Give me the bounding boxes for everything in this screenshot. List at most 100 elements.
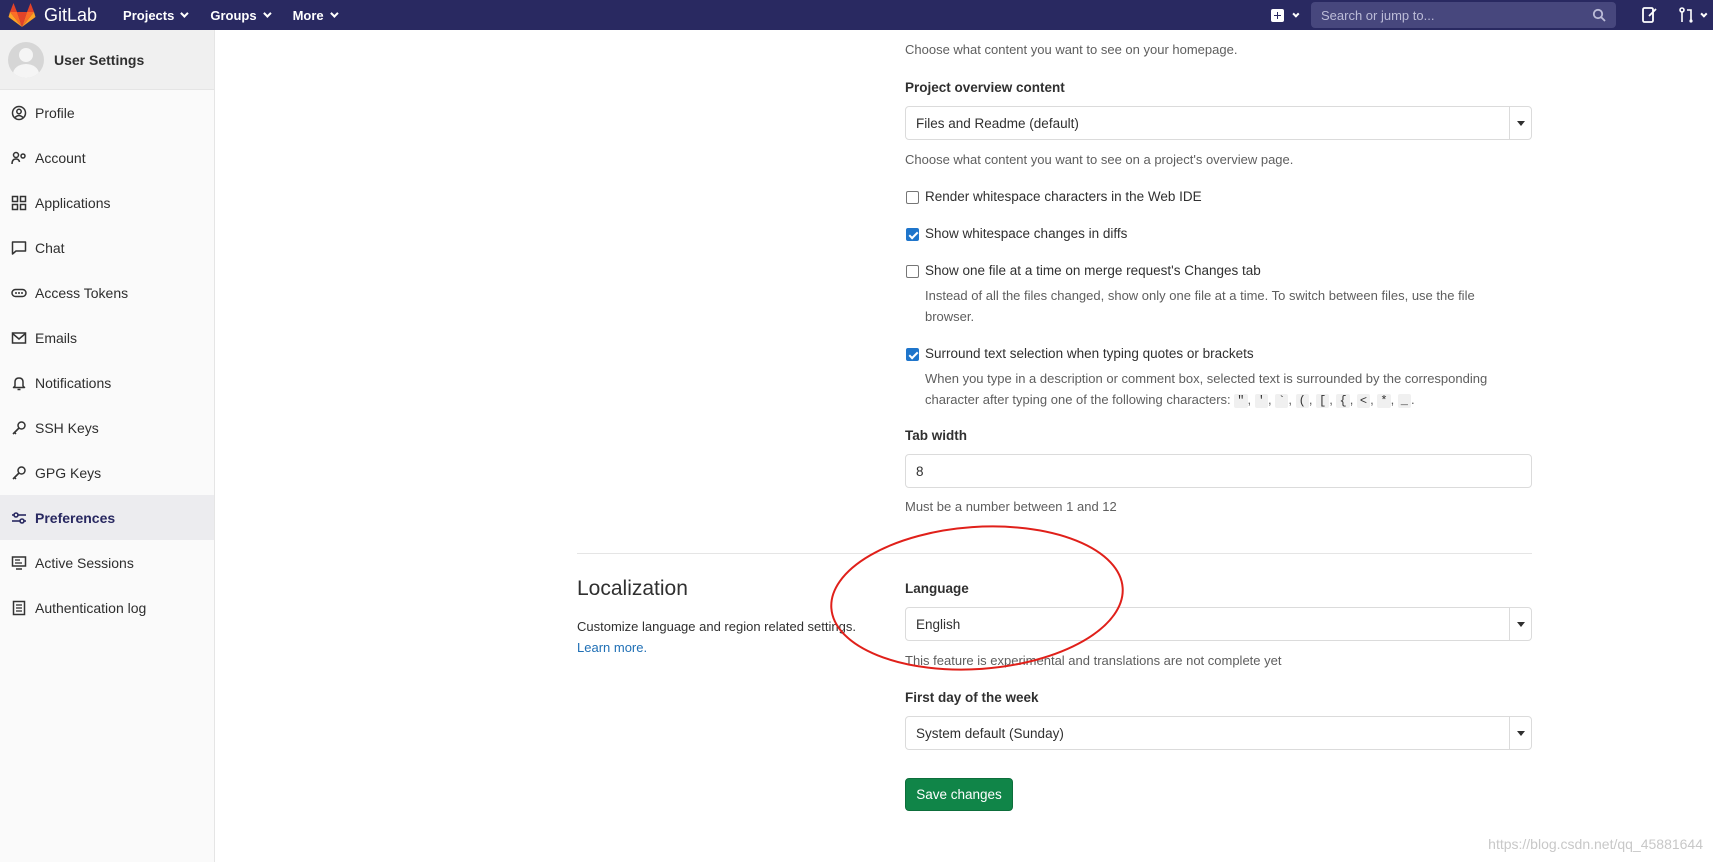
sidebar-item-gpg-keys[interactable]: GPG Keys bbox=[0, 450, 214, 495]
chevron-down-icon bbox=[180, 9, 190, 18]
sidebar-item-label: Authentication log bbox=[35, 599, 147, 616]
applications-icon bbox=[11, 195, 27, 210]
language-label: Language bbox=[905, 581, 969, 596]
nav-projects-dropdown[interactable]: Projects bbox=[123, 8, 190, 23]
whitespace-diffs-label[interactable]: Show whitespace changes in diffs bbox=[925, 226, 1127, 241]
tab-width-help-text: Must be a number between 1 and 12 bbox=[905, 499, 1117, 514]
char-code: " bbox=[1234, 394, 1248, 408]
sidebar-item-label: Profile bbox=[35, 104, 75, 121]
char-code: { bbox=[1336, 394, 1350, 408]
char-code: * bbox=[1377, 394, 1391, 408]
watermark-text: https://blog.csdn.net/qq_45881644 bbox=[1488, 836, 1703, 852]
whitespace-diffs-checkbox[interactable] bbox=[906, 228, 919, 241]
tab-width-input[interactable] bbox=[905, 454, 1532, 488]
homepage-help-text: Choose what content you want to see on y… bbox=[905, 42, 1238, 57]
sidebar-item-label: Notifications bbox=[35, 374, 112, 391]
merge-requests-dropdown[interactable] bbox=[1668, 6, 1708, 24]
preferences-icon bbox=[12, 511, 26, 524]
sidebar-item-account[interactable]: Account bbox=[0, 135, 214, 180]
first-day-select[interactable]: System default (Sunday) bbox=[905, 716, 1532, 750]
learn-more-text: Learn more bbox=[577, 640, 644, 655]
surround-help-line1: When you type in a description or commen… bbox=[925, 371, 1488, 386]
caret-down-icon bbox=[1516, 120, 1525, 126]
chat-icon bbox=[11, 240, 27, 255]
overview-content-value: Files and Readme (default) bbox=[916, 115, 1079, 131]
one-file-help-line2: browser. bbox=[925, 309, 975, 324]
sidebar-item-applications[interactable]: Applications bbox=[0, 180, 214, 225]
section-divider bbox=[577, 553, 1532, 554]
sidebar-item-notifications[interactable]: Notifications bbox=[0, 360, 214, 405]
sidebar-item-profile[interactable]: Profile bbox=[0, 90, 214, 135]
todo-icon[interactable] bbox=[1640, 6, 1658, 24]
bell-icon bbox=[12, 376, 26, 390]
top-navbar: GitLab Projects Groups More Search or ju… bbox=[0, 0, 1713, 30]
tab-width-label: Tab width bbox=[905, 428, 967, 443]
nav-groups-label: Groups bbox=[210, 7, 257, 23]
char-code: ' bbox=[1254, 394, 1268, 408]
gitlab-logo-icon bbox=[8, 3, 36, 27]
gitlab-home-link[interactable]: GitLab bbox=[8, 2, 97, 28]
plus-square-icon bbox=[1271, 8, 1284, 22]
main-content: Choose what content you want to see on y… bbox=[216, 30, 1713, 862]
sidebar-item-chat[interactable]: Chat bbox=[0, 225, 214, 270]
sidebar-item-label: Preferences bbox=[35, 509, 116, 526]
sidebar-header[interactable]: User Settings bbox=[0, 30, 214, 90]
settings-sidebar: User Settings Profile Account Applicatio… bbox=[0, 30, 215, 862]
one-file-checkbox[interactable] bbox=[906, 265, 919, 278]
first-day-label: First day of the week bbox=[905, 690, 1039, 705]
whitespace-ide-checkbox[interactable] bbox=[906, 191, 919, 204]
char-code: [ bbox=[1316, 394, 1330, 408]
nav-right: Search or jump to... bbox=[1271, 0, 1713, 30]
sidebar-item-label: Active Sessions bbox=[35, 554, 134, 571]
nav-more-label: More bbox=[292, 7, 324, 23]
chevron-down-icon bbox=[329, 9, 339, 18]
sidebar-item-emails[interactable]: Emails bbox=[0, 315, 214, 360]
sidebar-item-ssh-keys[interactable]: SSH Keys bbox=[0, 405, 214, 450]
language-value: English bbox=[916, 616, 961, 632]
overview-content-help-text: Choose what content you want to see on a… bbox=[905, 152, 1294, 167]
learn-more-link[interactable]: Learn more. bbox=[577, 640, 647, 655]
nav-groups-dropdown[interactable]: Groups bbox=[210, 7, 272, 23]
token-icon bbox=[11, 288, 27, 297]
sidebar-item-label: GPG Keys bbox=[35, 464, 102, 481]
avatar bbox=[8, 41, 44, 78]
char-code: < bbox=[1356, 394, 1371, 408]
first-day-value: System default (Sunday) bbox=[916, 725, 1064, 741]
sidebar-item-access-tokens[interactable]: Access Tokens bbox=[0, 270, 214, 315]
sidebar-item-label: Chat bbox=[35, 239, 65, 256]
surround-selection-label[interactable]: Surround text selection when typing quot… bbox=[925, 346, 1254, 361]
one-file-help-line1: Instead of all the files changed, show o… bbox=[925, 288, 1475, 303]
chevron-down-icon bbox=[1700, 10, 1708, 18]
overview-content-select[interactable]: Files and Readme (default) bbox=[905, 106, 1532, 140]
surround-chars-list: ", ', `, (, [, {, <, *, _. bbox=[1234, 392, 1415, 408]
nav-more-dropdown[interactable]: More bbox=[292, 7, 339, 23]
sidebar-item-authentication-log[interactable]: Authentication log bbox=[0, 585, 214, 630]
new-dropdown-button[interactable] bbox=[1271, 8, 1300, 22]
select-caret bbox=[1509, 717, 1531, 749]
surround-selection-checkbox[interactable] bbox=[906, 348, 919, 361]
search-input[interactable]: Search or jump to... bbox=[1311, 2, 1616, 28]
caret-down-icon bbox=[1516, 621, 1525, 627]
sidebar-item-active-sessions[interactable]: Active Sessions bbox=[0, 540, 214, 585]
sidebar-item-label: Emails bbox=[35, 329, 78, 346]
sidebar-item-label: SSH Keys bbox=[35, 419, 99, 436]
sidebar-item-preferences[interactable]: Preferences bbox=[0, 495, 214, 540]
sidebar-item-label: Account bbox=[35, 149, 86, 166]
char-code: ` bbox=[1275, 394, 1289, 408]
account-icon bbox=[11, 151, 26, 164]
email-icon bbox=[11, 331, 27, 344]
sidebar-item-label: Applications bbox=[35, 194, 111, 211]
one-file-label[interactable]: Show one file at a time on merge request… bbox=[925, 263, 1261, 278]
surround-help-line2: character after typing one of the follow… bbox=[925, 392, 1415, 408]
whitespace-ide-label[interactable]: Render whitespace characters in the Web … bbox=[925, 189, 1202, 204]
language-select[interactable]: English bbox=[905, 607, 1532, 641]
select-caret bbox=[1509, 107, 1531, 139]
sidebar-title: User Settings bbox=[54, 51, 145, 68]
char-code: _ bbox=[1397, 394, 1411, 408]
monitor-icon bbox=[11, 555, 27, 570]
sidebar-item-label: Access Tokens bbox=[35, 284, 129, 301]
key-icon bbox=[12, 465, 26, 480]
key-icon bbox=[12, 420, 26, 435]
save-changes-button[interactable]: Save changes bbox=[905, 778, 1013, 811]
profile-icon bbox=[11, 105, 27, 120]
